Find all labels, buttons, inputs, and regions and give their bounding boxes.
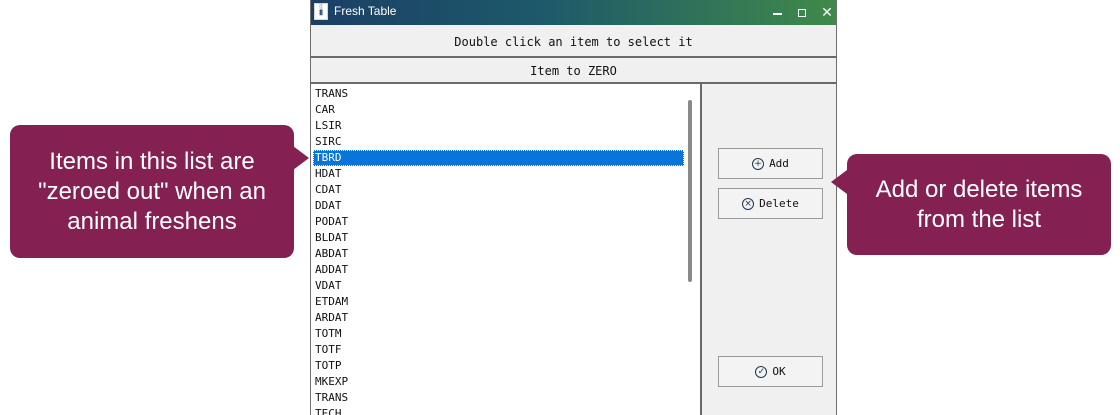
item-list[interactable]: TRANS CAR LSIR SIRC TBRD HDAT CDAT DDAT PODAT BLD… — [313, 86, 684, 415]
add-button-label: Add — [769, 157, 789, 170]
list-explanation-callout: Items in this list are "zeroed out" when… — [10, 125, 294, 258]
column-header: Item to ZERO — [311, 58, 836, 84]
list-item[interactable]: TOTP — [313, 358, 684, 374]
list-item[interactable]: PODAT — [313, 214, 684, 230]
callout-line: from the list — [916, 205, 1042, 233]
plus-circle-icon: + — [752, 157, 765, 170]
list-item[interactable]: TBRD — [313, 150, 684, 166]
title-bar[interactable]: ░ ▓ Fresh Table ✕ — [311, 0, 836, 25]
list-item[interactable]: MKEXP — [313, 374, 684, 390]
list-item[interactable]: CAR — [313, 102, 684, 118]
item-list-pane[interactable]: TRANS CAR LSIR SIRC TBRD HDAT CDAT DDAT PODAT BLD… — [311, 84, 702, 415]
list-scrollbar[interactable] — [688, 100, 692, 282]
list-item[interactable]: ARDAT — [313, 310, 684, 326]
close-button[interactable]: ✕ — [818, 3, 836, 21]
list-item[interactable]: VDAT — [313, 278, 684, 294]
list-item[interactable]: LSIR — [313, 118, 684, 134]
instruction-text: Double click an item to select it — [311, 26, 836, 58]
delete-button[interactable]: × Delete — [718, 188, 823, 219]
app-icon: ░ ▓ — [314, 3, 328, 20]
maximize-icon — [798, 8, 806, 17]
list-item[interactable]: SIRC — [313, 134, 684, 150]
list-item[interactable]: TECH — [313, 406, 684, 415]
delete-button-label: Delete — [759, 197, 799, 210]
x-circle-icon: × — [742, 197, 755, 210]
close-icon: ✕ — [821, 4, 833, 20]
check-circle-icon: ✓ — [755, 365, 768, 378]
list-item[interactable]: CDAT — [313, 182, 684, 198]
callout-line: Add or delete items — [875, 175, 1083, 203]
fresh-table-window: ░ ▓ Fresh Table ✕ Double click an item to… — [310, 0, 837, 415]
minimize-button[interactable] — [768, 3, 786, 21]
callout-line: Items in this list are — [49, 147, 255, 175]
list-item[interactable]: TOTF — [313, 342, 684, 358]
list-item[interactable]: TRANS — [313, 390, 684, 406]
list-item[interactable]: TRANS — [313, 86, 684, 102]
list-item[interactable]: DDAT — [313, 198, 684, 214]
list-item[interactable]: ABDAT — [313, 246, 684, 262]
buttons-explanation-callout: Add or delete items from the list — [847, 154, 1111, 255]
ok-button[interactable]: ✓ OK — [718, 356, 823, 387]
add-button[interactable]: + Add — [718, 148, 823, 179]
window-title: Fresh Table — [334, 4, 397, 18]
callout-pointer-arrow — [831, 170, 847, 194]
ok-button-label: OK — [772, 365, 786, 378]
callout-line: "zeroed out" when an — [38, 177, 266, 205]
minimize-icon — [772, 12, 782, 15]
callout-line: animal freshens — [67, 207, 237, 235]
list-item[interactable]: TOTM — [313, 326, 684, 342]
list-item[interactable]: HDAT — [313, 166, 684, 182]
list-item[interactable]: ADDAT — [313, 262, 684, 278]
maximize-button[interactable] — [793, 3, 811, 21]
list-item[interactable]: BLDAT — [313, 230, 684, 246]
list-item[interactable]: ETDAM — [313, 294, 684, 310]
callout-pointer-arrow — [293, 146, 309, 170]
